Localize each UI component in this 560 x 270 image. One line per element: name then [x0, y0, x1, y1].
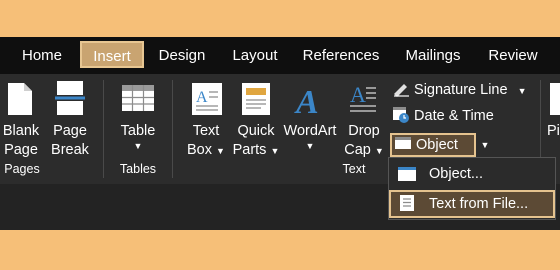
text-box-label-1: Text: [192, 123, 220, 139]
table-label: Table: [120, 123, 156, 139]
drop-cap-label-2-text: Cap: [344, 142, 371, 158]
object-icon: [398, 167, 416, 181]
quick-parts-button[interactable]: Quick Parts ▼: [232, 122, 280, 161]
tab-layout[interactable]: Layout: [224, 37, 286, 74]
object-dropdown-arrow[interactable]: ▼: [478, 134, 492, 156]
wordart-icon: A: [294, 84, 319, 116]
quick-parts-label-2-text: Parts: [232, 142, 267, 158]
chevron-down-icon: ▼: [216, 146, 225, 156]
text-file-icon: [400, 195, 414, 211]
text-box-label-2: Box ▼: [184, 141, 228, 161]
object-button-content[interactable]: Object: [394, 134, 458, 156]
tables-group-label: Tables: [119, 162, 157, 176]
date-time-button[interactable]: Date & Time: [392, 105, 494, 127]
text-box-button[interactable]: Text Box ▼: [184, 122, 228, 161]
chevron-down-icon: ▼: [374, 146, 384, 156]
tab-mailings[interactable]: Mailings: [396, 37, 470, 74]
svg-text:A: A: [350, 82, 366, 107]
date-time-label: Date & Time: [414, 108, 494, 124]
signature-line-label: Signature Line: [414, 82, 508, 98]
object-dropdown-menu: Object... Text from File...: [388, 157, 556, 220]
tab-review[interactable]: Review: [482, 37, 544, 74]
text-box-icon: A: [192, 83, 222, 115]
page-break-label-1: Page: [53, 123, 87, 139]
pages-group-label: Pages: [4, 162, 40, 176]
wordart-label: WordArt: [283, 123, 337, 139]
tab-references[interactable]: References: [298, 37, 384, 74]
table-icon: [122, 85, 154, 111]
menu-item-object[interactable]: Object...: [389, 160, 555, 188]
pictures-button-partial[interactable]: Pi: [547, 122, 560, 141]
svg-text:A: A: [294, 84, 319, 116]
blank-page-button[interactable]: Blank Page: [0, 122, 42, 160]
drop-cap-label-1: Drop: [348, 123, 380, 139]
ribbon-tab-bar: Home Insert Design Layout References Mai…: [0, 37, 560, 74]
blank-page-icon: [8, 83, 32, 115]
quick-parts-icon: [242, 83, 270, 115]
chevron-down-icon: ▼: [270, 146, 280, 156]
tab-insert[interactable]: Insert: [80, 41, 144, 68]
object-icon: [395, 137, 411, 149]
chevron-down-icon: ▼: [517, 86, 527, 96]
drop-cap-icon: A: [350, 82, 376, 112]
page-break-label-2: Break: [51, 142, 89, 158]
menu-item-object-label: Object...: [429, 166, 483, 182]
chevron-down-icon: ▼: [133, 141, 143, 151]
signature-line-icon: [394, 84, 409, 97]
chevron-down-icon: ▼: [305, 141, 315, 151]
blank-page-label-1: Blank: [2, 123, 40, 139]
signature-line-button[interactable]: Signature Line ▼: [392, 79, 527, 102]
menu-item-text-from-file[interactable]: Text from File...: [389, 190, 555, 218]
tab-home[interactable]: Home: [12, 37, 72, 74]
group-separator: [103, 80, 104, 178]
calendar-clock-icon: [393, 107, 409, 123]
quick-parts-label-2: Parts ▼: [232, 141, 280, 161]
object-label: Object: [416, 137, 458, 153]
page-break-button[interactable]: Page Break: [48, 122, 92, 160]
menu-item-text-from-file-label: Text from File...: [429, 196, 529, 212]
group-separator: [172, 80, 173, 178]
table-button[interactable]: Table ▼: [114, 122, 162, 152]
page-break-icon: [55, 81, 85, 115]
pictures-icon: [550, 83, 560, 115]
drop-cap-button[interactable]: Drop Cap ▼: [342, 122, 386, 161]
tab-design[interactable]: Design: [152, 37, 212, 74]
quick-parts-label-1: Quick: [237, 123, 275, 139]
svg-text:A: A: [196, 89, 208, 106]
text-box-label-2-text: Box: [187, 142, 213, 158]
blank-page-label-2: Page: [4, 142, 38, 158]
wordart-button[interactable]: WordArt ▼: [282, 122, 338, 152]
text-group-label: Text: [342, 162, 366, 176]
drop-cap-label-2: Cap ▼: [342, 141, 386, 161]
